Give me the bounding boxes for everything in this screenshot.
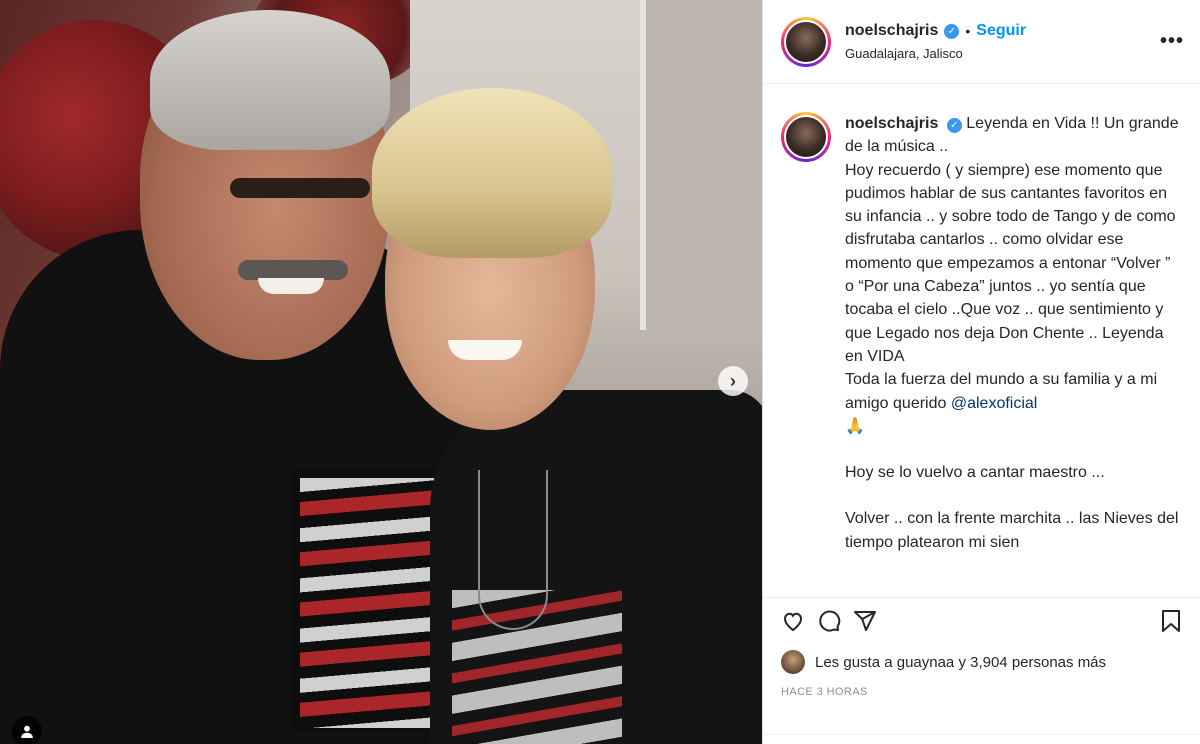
next-photo-button[interactable]: › [718, 366, 748, 396]
caption-username-link[interactable]: noelschajris [845, 115, 938, 132]
caption-text: noelschajris ✓ Leyenda en Vida !! Un gra… [845, 112, 1182, 594]
like-button[interactable] [781, 609, 805, 633]
photo-person-left-shirt-print [300, 478, 440, 728]
photo-door-frame [640, 0, 762, 330]
likes-summary[interactable]: Les gusta a guaynaa y 3,904 personas más [781, 650, 1182, 674]
username-link[interactable]: noelschajris [845, 22, 938, 40]
photo-person-left-hair [150, 10, 390, 150]
share-icon [854, 611, 876, 631]
post-photo[interactable]: › [0, 0, 762, 744]
photo-person-left-mustache [238, 260, 348, 280]
caption-emoji: 🙏 [845, 417, 865, 435]
caption-paragraph: Volver .. con la frente marchita .. las … [845, 510, 1179, 551]
photo-person-left-smile [258, 278, 324, 294]
photo-person-left-brows [230, 178, 370, 198]
post-timestamp[interactable]: HACE 3 HORAS [781, 686, 1182, 698]
chevron-right-icon: › [730, 370, 736, 391]
location-link[interactable]: Guadalajara, Jalisco [845, 46, 1160, 61]
post-header: noelschajris ✓ • Seguir Guadalajara, Jal… [763, 0, 1200, 84]
caption-paragraph: Hoy recuerdo ( y siempre) ese momento qu… [845, 161, 1176, 365]
avatar[interactable] [781, 16, 831, 67]
caption-avatar[interactable] [781, 112, 831, 162]
post-sidebar: noelschajris ✓ • Seguir Guadalajara, Jal… [762, 0, 1200, 744]
liker-avatar [781, 650, 805, 674]
comment-icon [819, 610, 841, 632]
more-options-icon[interactable]: ••• [1160, 30, 1184, 53]
tagged-users-button[interactable] [12, 716, 42, 744]
mention-link[interactable]: @alexoficial [951, 395, 1038, 412]
save-button[interactable] [1160, 609, 1182, 633]
user-tag-icon [21, 725, 33, 738]
separator-dot: • [965, 23, 971, 39]
bookmark-icon [1162, 610, 1180, 632]
follow-button[interactable]: Seguir [976, 22, 1026, 40]
caption-paragraph: Hoy se lo vuelvo a cantar maestro ... [845, 464, 1105, 482]
photo-necklace [478, 470, 548, 630]
caption-block: noelschajris ✓ Leyenda en Vida !! Un gra… [763, 84, 1200, 594]
comment-button[interactable] [817, 609, 841, 633]
likes-text: Les gusta a guaynaa y 3,904 personas más [815, 653, 1107, 671]
share-button[interactable] [853, 609, 877, 633]
comment-input-area[interactable] [763, 734, 1200, 744]
post-actions: Les gusta a guaynaa y 3,904 personas más… [763, 597, 1200, 698]
photo-person-right-smile [448, 340, 522, 360]
heart-icon [783, 612, 803, 632]
verified-badge-icon: ✓ [946, 118, 962, 134]
verified-badge-icon: ✓ [944, 23, 960, 39]
photo-person-right-hair [372, 88, 612, 258]
